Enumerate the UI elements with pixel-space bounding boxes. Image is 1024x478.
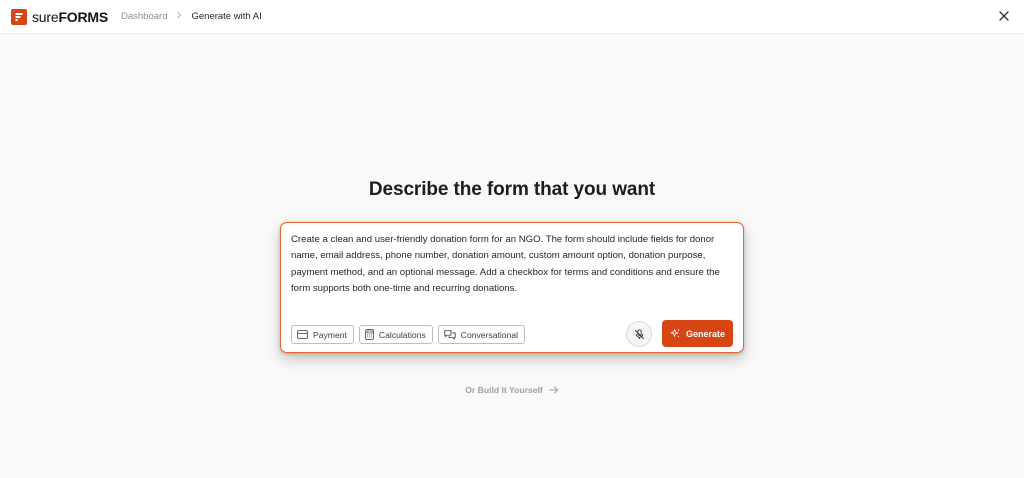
chevron-right-icon bbox=[176, 11, 182, 22]
logo-text-light: sure bbox=[32, 8, 59, 25]
feature-chips: Payment Calculations Conversational bbox=[291, 325, 526, 344]
chip-conversational[interactable]: Conversational bbox=[437, 325, 526, 344]
sparkles-icon bbox=[670, 328, 680, 338]
chat-bubbles-icon bbox=[443, 329, 456, 339]
generate-button[interactable]: Generate bbox=[662, 320, 733, 347]
chip-conversational-label: Conversational bbox=[460, 329, 519, 340]
chip-calculations-label: Calculations bbox=[378, 329, 426, 340]
arrow-right-icon bbox=[549, 386, 558, 394]
voice-input-button[interactable] bbox=[626, 321, 652, 347]
chip-payment[interactable]: Payment bbox=[291, 325, 354, 344]
top-bar: sureFORMS Dashboard Generate with AI bbox=[0, 0, 1024, 34]
close-icon bbox=[999, 8, 1009, 26]
calculator-icon bbox=[365, 329, 374, 340]
microphone-off-icon bbox=[634, 328, 644, 339]
build-yourself-link[interactable]: Or Build It Yourself bbox=[0, 385, 1024, 395]
form-description-input[interactable]: Create a clean and user-friendly donatio… bbox=[291, 232, 735, 312]
build-yourself-label: Or Build It Yourself bbox=[465, 385, 543, 395]
logo-text-bold: FORMS bbox=[58, 8, 108, 25]
sureforms-logo-icon bbox=[11, 8, 27, 25]
prompt-box: Create a clean and user-friendly donatio… bbox=[280, 222, 744, 353]
sureforms-logo[interactable]: sureFORMS bbox=[11, 8, 108, 25]
chip-payment-label: Payment bbox=[313, 329, 347, 340]
breadcrumb: Dashboard Generate with AI bbox=[121, 11, 262, 22]
breadcrumb-dashboard-link[interactable]: Dashboard bbox=[121, 11, 167, 22]
close-button[interactable] bbox=[996, 9, 1012, 25]
credit-card-icon bbox=[297, 330, 308, 339]
chip-calculations[interactable]: Calculations bbox=[358, 325, 433, 344]
logo-wordmark: sureFORMS bbox=[32, 9, 108, 25]
generate-button-label: Generate bbox=[685, 328, 726, 339]
breadcrumb-current-page: Generate with AI bbox=[191, 11, 262, 22]
page-title: Describe the form that you want bbox=[368, 179, 656, 200]
